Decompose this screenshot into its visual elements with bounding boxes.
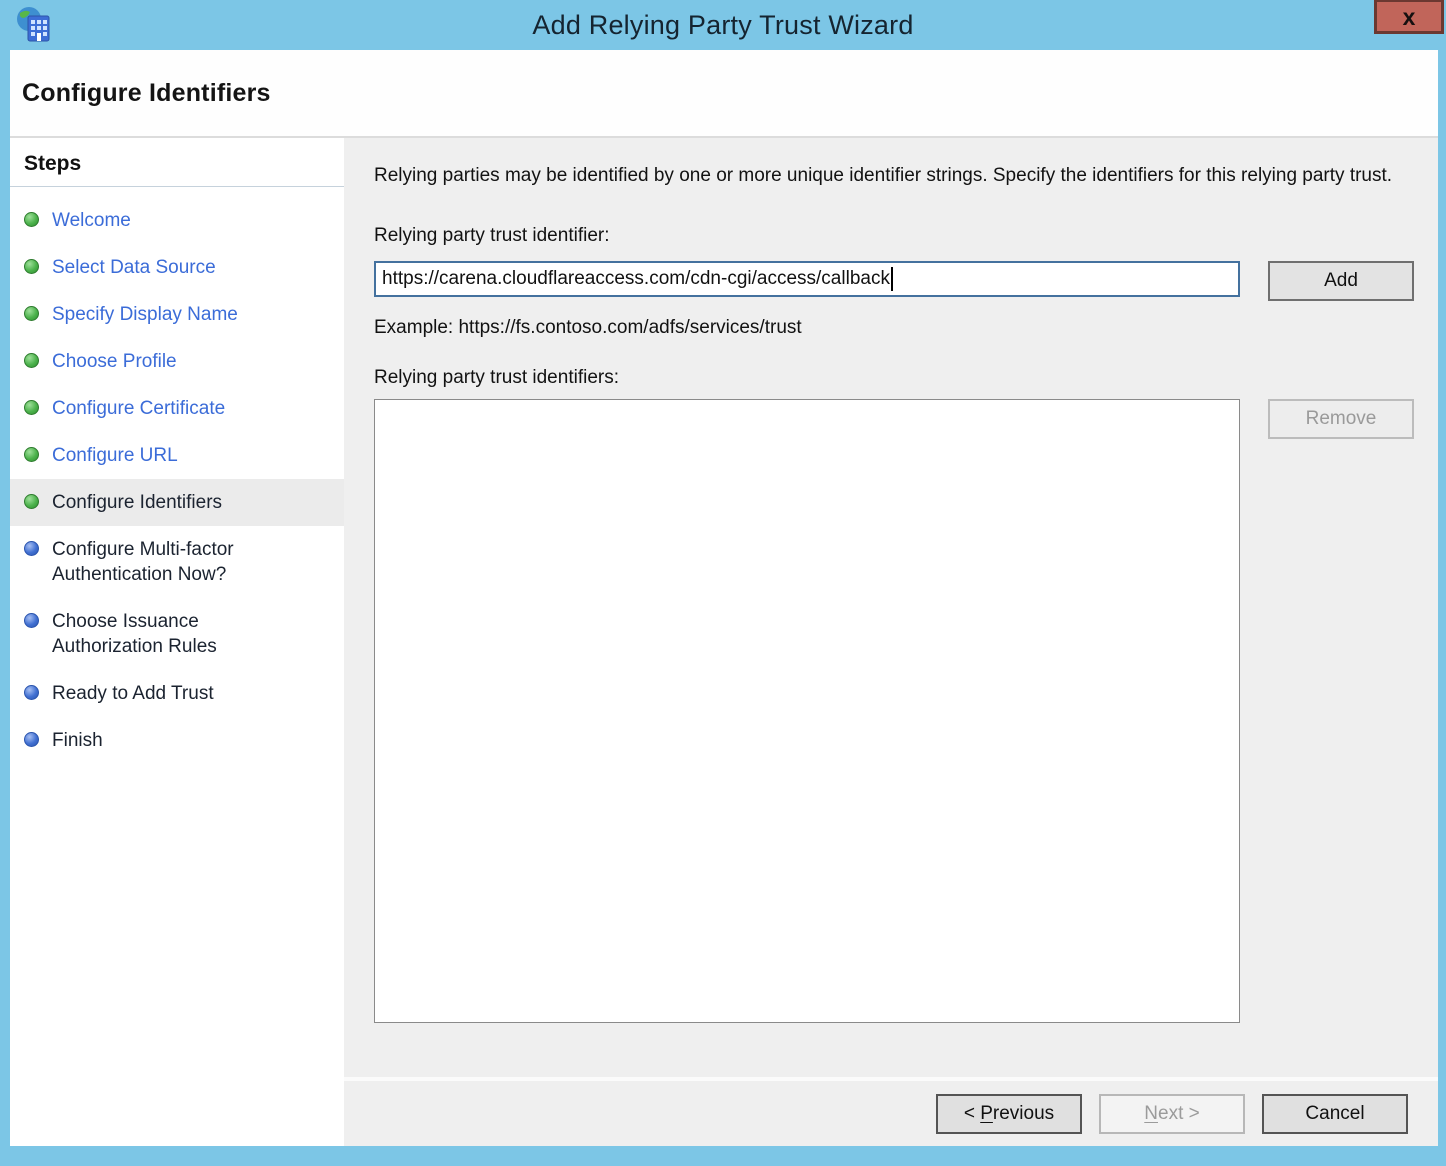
step-label: Choose Issuance Authorization Rules	[52, 609, 270, 659]
steps-list: Welcome Select Data Source Specify Display…	[10, 187, 344, 764]
step-item: Choose Issuance Authorization Rules	[10, 598, 344, 670]
step-label: Configure Identifiers	[52, 490, 222, 515]
page-header: Configure Identifiers	[10, 50, 1438, 138]
adfs-app-icon	[14, 5, 54, 45]
step-item[interactable]: Configure URL	[10, 432, 344, 479]
step-bullet-upcoming-icon	[24, 732, 39, 747]
step-item: Configure Multi-factor Authentication No…	[10, 526, 344, 598]
steps-panel: Steps Welcome Select Data Source Specify D…	[10, 138, 344, 1146]
step-label: Finish	[52, 728, 103, 753]
identifier-label: Relying party trust identifier:	[374, 225, 1414, 247]
step-label: Configure Certificate	[52, 396, 225, 421]
remove-button[interactable]: Remove	[1268, 399, 1414, 439]
step-bullet-done-icon	[24, 494, 39, 509]
step-item: Finish	[10, 717, 344, 764]
identifiers-list-label: Relying party trust identifiers:	[374, 367, 1414, 389]
step-bullet-done-icon	[24, 259, 39, 274]
step-item[interactable]: Select Data Source	[10, 244, 344, 291]
titlebar: Add Relying Party Trust Wizard x	[0, 0, 1446, 50]
step-label: Ready to Add Trust	[52, 681, 214, 706]
page-heading: Configure Identifiers	[22, 79, 271, 108]
step-bullet-done-icon	[24, 447, 39, 462]
step-label: Welcome	[52, 208, 131, 233]
add-button[interactable]: Add	[1268, 261, 1414, 301]
step-item[interactable]: Configure Certificate	[10, 385, 344, 432]
step-bullet-done-icon	[24, 306, 39, 321]
content-pane: Relying parties may be identified by one…	[344, 138, 1438, 1077]
example-text: Example: https://fs.contoso.com/adfs/ser…	[374, 317, 1414, 339]
wizard-window: Add Relying Party Trust Wizard x Configu…	[0, 0, 1446, 1166]
step-item: Ready to Add Trust	[10, 670, 344, 717]
close-button[interactable]: x	[1374, 0, 1444, 34]
identifier-input-value: https://carena.cloudflareaccess.com/cdn-…	[382, 268, 890, 290]
step-item[interactable]: Choose Profile	[10, 338, 344, 385]
step-bullet-upcoming-icon	[24, 685, 39, 700]
step-label: Select Data Source	[52, 255, 216, 280]
next-button[interactable]: Next >	[1099, 1094, 1245, 1134]
step-item[interactable]: Welcome	[10, 197, 344, 244]
step-label: Specify Display Name	[52, 302, 238, 327]
step-bullet-done-icon	[24, 353, 39, 368]
identifiers-listbox[interactable]	[374, 399, 1240, 1023]
step-bullet-done-icon	[24, 400, 39, 415]
step-bullet-upcoming-icon	[24, 613, 39, 628]
previous-button[interactable]: < Previous	[936, 1094, 1082, 1134]
steps-heading: Steps	[10, 138, 344, 187]
step-label: Configure URL	[52, 443, 178, 468]
step-label: Choose Profile	[52, 349, 177, 374]
text-caret	[891, 267, 893, 291]
intro-text: Relying parties may be identified by one…	[374, 162, 1404, 189]
step-bullet-done-icon	[24, 212, 39, 227]
cancel-button[interactable]: Cancel	[1262, 1094, 1408, 1134]
wizard-inner: Configure Identifiers Steps Welcome Selec…	[10, 50, 1438, 1146]
step-item: Configure Identifiers	[10, 479, 344, 526]
identifier-input[interactable]: https://carena.cloudflareaccess.com/cdn-…	[374, 261, 1240, 297]
step-label: Configure Multi-factor Authentication No…	[52, 537, 270, 587]
footer-bar: < Previous Next > Cancel	[344, 1077, 1438, 1146]
window-title: Add Relying Party Trust Wizard	[0, 10, 1446, 41]
step-item[interactable]: Specify Display Name	[10, 291, 344, 338]
step-bullet-upcoming-icon	[24, 541, 39, 556]
